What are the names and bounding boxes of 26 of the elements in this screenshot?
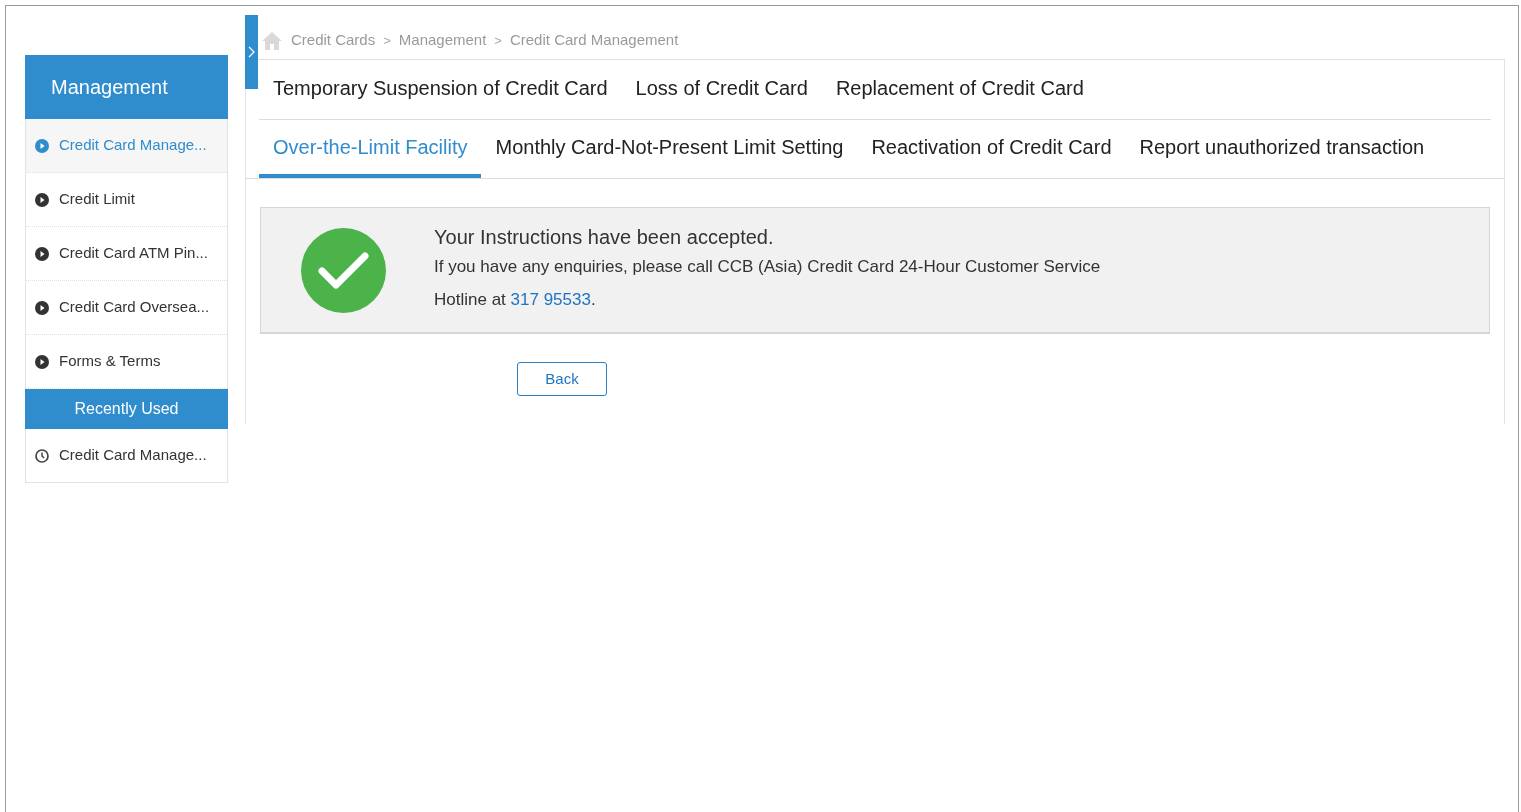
success-check-icon — [301, 227, 386, 313]
message-title: Your Instructions have been accepted. — [434, 225, 775, 250]
sidebar-section-header: Recently Used — [25, 389, 228, 429]
tab[interactable]: Replacement of Credit Card — [821, 60, 1098, 119]
back-button[interactable]: Back — [517, 362, 607, 396]
play-icon — [35, 246, 49, 261]
tab[interactable]: Loss of Credit Card — [621, 60, 822, 119]
message-text: If you have any enquiries, please call CCB (Asia) Credit Card 24-Hour Customer Service Hotline at 317 95533. — [434, 256, 1102, 311]
play-icon — [35, 192, 49, 207]
tab[interactable]: Temporary Suspension of Credit Card — [259, 60, 622, 119]
sidebar-header: Management — [25, 55, 228, 119]
breadcrumb-separator: > — [383, 31, 391, 50]
recent-item[interactable]: Credit Card Manage... — [26, 429, 227, 482]
tab[interactable]: Report unauthorized transaction — [1125, 120, 1439, 178]
phone-link[interactable]: 317 95533 — [510, 290, 591, 309]
tab[interactable]: Monthly Card-Not-Present Limit Setting — [481, 120, 858, 178]
home-icon[interactable] — [261, 30, 283, 51]
play-icon — [35, 300, 49, 315]
play-icon — [35, 354, 49, 369]
tab[interactable]: Over-the-Limit Facility — [259, 120, 482, 178]
breadcrumb-separator: > — [494, 31, 502, 50]
chevron-right-icon — [248, 46, 255, 58]
collapse-tab[interactable] — [245, 15, 258, 89]
tab[interactable]: Reactivation of Credit Card — [857, 120, 1126, 178]
clock-icon — [35, 448, 49, 463]
play-icon — [35, 138, 49, 153]
